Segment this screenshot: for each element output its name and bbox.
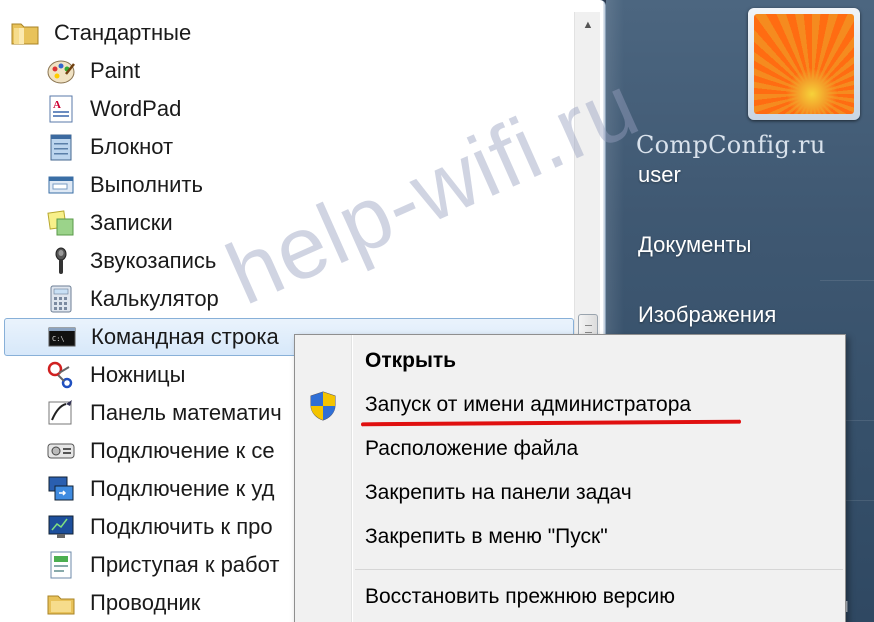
menu-item-pin-taskbar[interactable]: Закрепить на панели задач [365, 481, 632, 505]
program-item-notepad[interactable]: Блокнот [4, 128, 574, 166]
folder-icon [8, 16, 42, 50]
getting-started-icon [44, 548, 78, 582]
program-label: Звукозапись [90, 248, 217, 273]
program-item-sound-recorder[interactable]: Звукозапись [4, 242, 574, 280]
user-picture[interactable] [748, 8, 860, 120]
program-label: Записки [90, 210, 173, 235]
program-item-calculator[interactable]: Калькулятор [4, 280, 574, 318]
program-label: Ножницы [90, 362, 186, 387]
network-projector-icon [44, 434, 78, 468]
program-item-run[interactable]: Выполнить [4, 166, 574, 204]
program-label: Панель математич [90, 400, 282, 425]
program-label: Командная строка [91, 324, 279, 349]
program-label: Выполнить [90, 172, 203, 197]
svg-text:C:\: C:\ [52, 335, 65, 343]
uac-shield-icon [310, 391, 336, 421]
scissors-icon [44, 358, 78, 392]
flower-picture [754, 14, 854, 114]
program-label: Проводник [90, 590, 201, 615]
calculator-icon [44, 282, 78, 316]
program-label: Блокнот [90, 134, 174, 159]
program-item-sticky-notes[interactable]: Записки [4, 204, 574, 242]
folder-accessories[interactable]: Стандартные [4, 14, 574, 52]
program-item-paint[interactable]: Paint [4, 52, 574, 90]
menu-item-restore-version[interactable]: Восстановить прежнюю версию [365, 585, 675, 609]
compconfig-watermark: CompConfig.ru [636, 131, 826, 159]
remote-desktop-icon [44, 472, 78, 506]
right-item-user[interactable]: user [638, 162, 681, 188]
microphone-icon [44, 244, 78, 278]
right-divider [820, 280, 874, 281]
menu-item-pin-start[interactable]: Закрепить в меню "Пуск" [365, 525, 608, 549]
program-item-wordpad[interactable]: A WordPad [4, 90, 574, 128]
context-menu: Открыть Запуск от имени администратора Р… [294, 334, 846, 622]
run-icon [44, 168, 78, 202]
wordpad-icon: A [44, 92, 78, 126]
notepad-icon [44, 130, 78, 164]
program-label: Paint [90, 58, 141, 83]
folder-label: Стандартные [54, 20, 192, 45]
math-panel-icon [44, 396, 78, 430]
program-label: Подключение к уд [90, 476, 275, 501]
right-item-pictures[interactable]: Изображения [638, 302, 776, 328]
projector-icon [44, 510, 78, 544]
command-prompt-icon: C:\ [45, 320, 79, 354]
program-label: Калькулятор [90, 286, 219, 311]
menu-item-file-location[interactable]: Расположение файла [365, 437, 578, 461]
svg-text:A: A [53, 99, 61, 111]
scroll-up-arrow-icon[interactable]: ▲ [575, 12, 601, 38]
program-label: WordPad [90, 96, 182, 121]
paint-icon [44, 54, 78, 88]
explorer-icon [44, 586, 78, 620]
menu-item-open[interactable]: Открыть [365, 349, 456, 373]
menu-separator [355, 569, 843, 570]
program-label: Подключить к про [90, 514, 273, 539]
program-label: Подключение к се [90, 438, 275, 463]
right-item-documents[interactable]: Документы [638, 232, 751, 258]
program-label: Приступая к работ [90, 552, 280, 577]
highlight-underline [360, 419, 742, 427]
menu-item-run-as-admin[interactable]: Запуск от имени администратора [365, 393, 691, 417]
sticky-notes-icon [44, 206, 78, 240]
